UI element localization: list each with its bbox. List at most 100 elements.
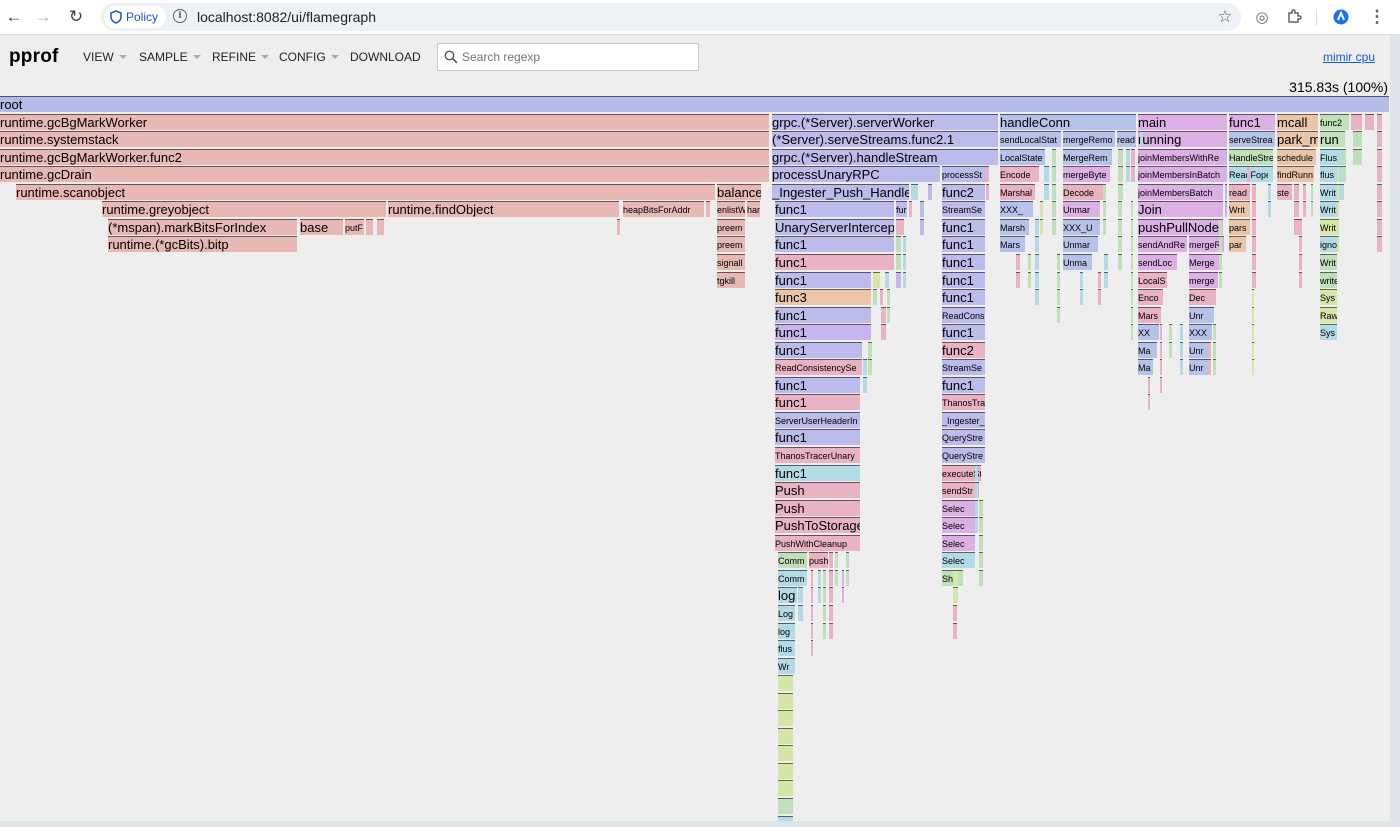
flame-frame[interactable]: Selec (942, 552, 975, 569)
flame-frame-thin[interactable] (1126, 166, 1130, 183)
flame-frame-thin[interactable] (1303, 201, 1306, 218)
menu-refine[interactable]: REFINE (212, 50, 270, 64)
search-box[interactable] (437, 43, 699, 71)
flame-frame[interactable]: func1 (775, 324, 871, 341)
flame-frame[interactable]: igno (1320, 236, 1337, 253)
flame-frame-thin[interactable] (1219, 218, 1222, 235)
flame-frame-thin[interactable] (1252, 359, 1254, 376)
flame-frame[interactable]: QueryStre (942, 429, 985, 446)
flame-frame-thin[interactable] (778, 675, 793, 692)
flame-frame-thin[interactable] (1028, 271, 1031, 288)
flame-frame[interactable]: pushPullNode (1138, 218, 1223, 235)
flame-frame[interactable]: signall (717, 253, 745, 270)
flame-frame[interactable]: _Ingester_Push_Handler (772, 183, 909, 200)
flame-frame[interactable]: PushToStorage (775, 517, 860, 534)
flame-frame-thin[interactable] (778, 815, 793, 821)
flame-frame-thin[interactable] (1252, 236, 1256, 253)
flame-frame-thin[interactable] (1252, 324, 1254, 341)
flame-frame[interactable]: findRunn (1277, 166, 1314, 183)
flame-frame[interactable]: runtime.gcBgMarkWorker (0, 113, 769, 130)
flame-frame-thin[interactable] (1028, 253, 1031, 270)
flame-frame-thin[interactable] (1118, 148, 1123, 165)
flame-frame-thin[interactable] (1247, 183, 1250, 200)
flame-frame[interactable]: schedule (1277, 148, 1316, 165)
flame-frame-thin[interactable] (1057, 253, 1060, 270)
flame-frame-thin[interactable] (1118, 201, 1122, 218)
flame-frame[interactable]: Ma (1138, 341, 1157, 358)
extension-globe-icon[interactable]: ◎ (1251, 6, 1273, 28)
flame-frame-thin[interactable] (1311, 183, 1313, 200)
flame-frame[interactable]: XXX (1189, 324, 1212, 341)
flame-frame-thin[interactable] (1169, 324, 1172, 341)
flame-frame[interactable]: har (747, 201, 760, 218)
flame-frame-thin[interactable] (1353, 148, 1362, 165)
flame-frame-thin[interactable] (1252, 218, 1256, 235)
flame-frame[interactable]: Unmar (1063, 201, 1100, 218)
flame-frame[interactable]: func3 (775, 289, 871, 306)
flame-frame-thin[interactable] (1252, 271, 1256, 288)
flame-frame-thin[interactable] (1118, 236, 1122, 253)
flame-frame[interactable]: flus (778, 640, 795, 657)
flame-frame-thin[interactable] (798, 587, 803, 604)
flame-frame-thin[interactable] (975, 517, 978, 534)
flame-frame[interactable]: ste (1277, 183, 1292, 200)
flame-frame-thin[interactable] (1118, 253, 1122, 270)
flame-frame-thin[interactable] (835, 569, 838, 586)
flame-frame-thin[interactable] (1353, 131, 1362, 148)
flame-frame[interactable]: Push (775, 499, 860, 516)
flame-frame[interactable]: Push (775, 482, 860, 499)
bookmark-star-icon[interactable]: ☆ (1214, 6, 1236, 28)
flame-frame-thin[interactable] (1180, 359, 1183, 376)
flame-frame-thin[interactable] (1035, 271, 1039, 288)
flame-frame[interactable] (911, 183, 918, 200)
flame-frame-thin[interactable] (979, 517, 983, 534)
flame-frame-thin[interactable] (1052, 183, 1056, 200)
flame-frame-thin[interactable] (1131, 306, 1133, 323)
flame-frame-thin[interactable] (1160, 341, 1162, 358)
scrollbar-gutter[interactable] (1390, 35, 1400, 827)
flame-frame-thin[interactable] (1208, 359, 1211, 376)
flame-frame-thin[interactable] (1225, 148, 1227, 165)
flame-frame-thin[interactable] (1140, 131, 1143, 148)
flame-frame-thin[interactable] (863, 376, 867, 393)
flame-frame[interactable]: Writ (1229, 201, 1250, 218)
flame-frame-thin[interactable] (903, 236, 906, 253)
flame-frame[interactable]: func1 (775, 306, 871, 323)
flame-frame-thin[interactable] (1342, 166, 1346, 183)
profile-name-link[interactable]: mimir cpu (1323, 50, 1375, 64)
flame-frame[interactable]: XXX_U (1063, 218, 1100, 235)
flame-frame-thin[interactable] (953, 604, 957, 621)
flame-frame-thin[interactable] (1052, 218, 1056, 235)
flame-frame-thin[interactable] (1131, 166, 1135, 183)
flame-frame-thin[interactable] (818, 587, 821, 604)
flame-frame[interactable]: Encode (1000, 166, 1039, 183)
flame-frame-thin[interactable] (778, 710, 793, 727)
flame-frame-thin[interactable] (778, 727, 793, 744)
flame-frame-thin[interactable] (1337, 201, 1339, 218)
profile-extension-icon[interactable] (1330, 6, 1352, 28)
flame-frame-thin[interactable] (1219, 253, 1222, 270)
flame-frame-thin[interactable] (1131, 236, 1133, 253)
flame-frame[interactable]: (*mspan).markBitsForIndex (108, 218, 297, 235)
flame-frame[interactable] (880, 289, 883, 306)
flame-frame[interactable]: joinMembersInBatch (1138, 166, 1225, 183)
flame-frame-thin[interactable] (1213, 324, 1216, 341)
flame-frame-thin[interactable] (1131, 148, 1135, 165)
flame-frame-thin[interactable] (1342, 148, 1346, 165)
flame-frame-thin[interactable] (1098, 289, 1101, 306)
flame-frame-thin[interactable] (1303, 183, 1306, 200)
flame-frame[interactable]: runtime.systemstack (0, 131, 769, 148)
flame-frame[interactable]: XX (1138, 324, 1159, 341)
flame-frame-thin[interactable] (846, 552, 849, 569)
flame-frame[interactable]: sendLoc (1138, 253, 1177, 270)
flame-frame-thin[interactable] (1337, 218, 1339, 235)
flame-frame[interactable]: ThanosTracerUnary (775, 447, 860, 463)
flame-frame-thin[interactable] (1299, 253, 1302, 270)
flame-frame-thin[interactable] (1016, 253, 1020, 270)
flame-frame[interactable] (896, 253, 901, 270)
flame-frame-thin[interactable] (1035, 253, 1039, 270)
flame-frame-thin[interactable] (811, 640, 813, 657)
flame-frame[interactable]: joinMembersWithRe (1138, 148, 1225, 165)
flame-frame[interactable] (366, 218, 373, 235)
flame-frame-thin[interactable] (1131, 218, 1133, 235)
